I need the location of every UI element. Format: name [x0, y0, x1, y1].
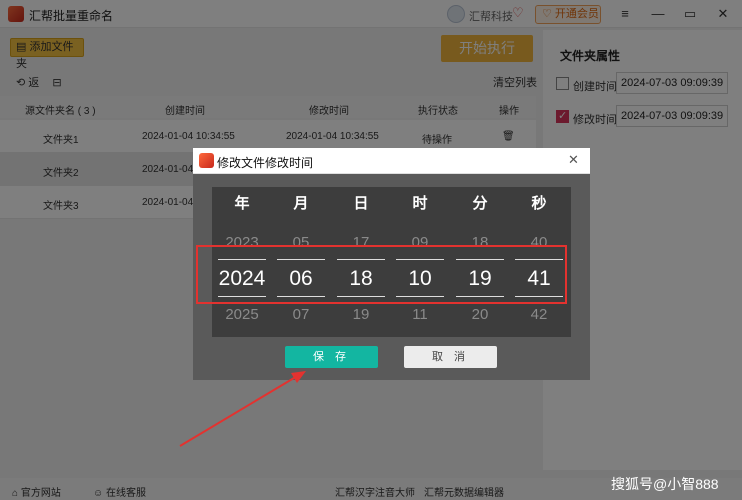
- year-header: 年: [234, 195, 250, 212]
- minute-next[interactable]: 20: [455, 306, 505, 323]
- minute-header: 分: [472, 195, 488, 212]
- second-header: 秒: [531, 195, 547, 212]
- dialog-logo-icon: [199, 153, 214, 168]
- selection-highlight-box: [196, 245, 567, 304]
- save-button[interactable]: 保 存: [285, 346, 378, 368]
- year-next[interactable]: 2025: [217, 306, 267, 323]
- hour-header: 时: [412, 195, 428, 212]
- watermark-text: 搜狐号@小智888: [611, 476, 719, 492]
- month-header: 月: [293, 195, 309, 212]
- second-next[interactable]: 42: [514, 306, 564, 323]
- cancel-button[interactable]: 取 消: [404, 346, 497, 368]
- day-next[interactable]: 19: [336, 306, 386, 323]
- day-header: 日: [353, 195, 369, 212]
- hour-next[interactable]: 11: [395, 306, 445, 323]
- dialog-close-icon[interactable]: ✕: [568, 152, 579, 168]
- dialog-title: 修改文件修改时间: [217, 156, 314, 170]
- month-next[interactable]: 07: [276, 306, 326, 323]
- dialog-header: 修改文件修改时间 ✕: [193, 148, 590, 174]
